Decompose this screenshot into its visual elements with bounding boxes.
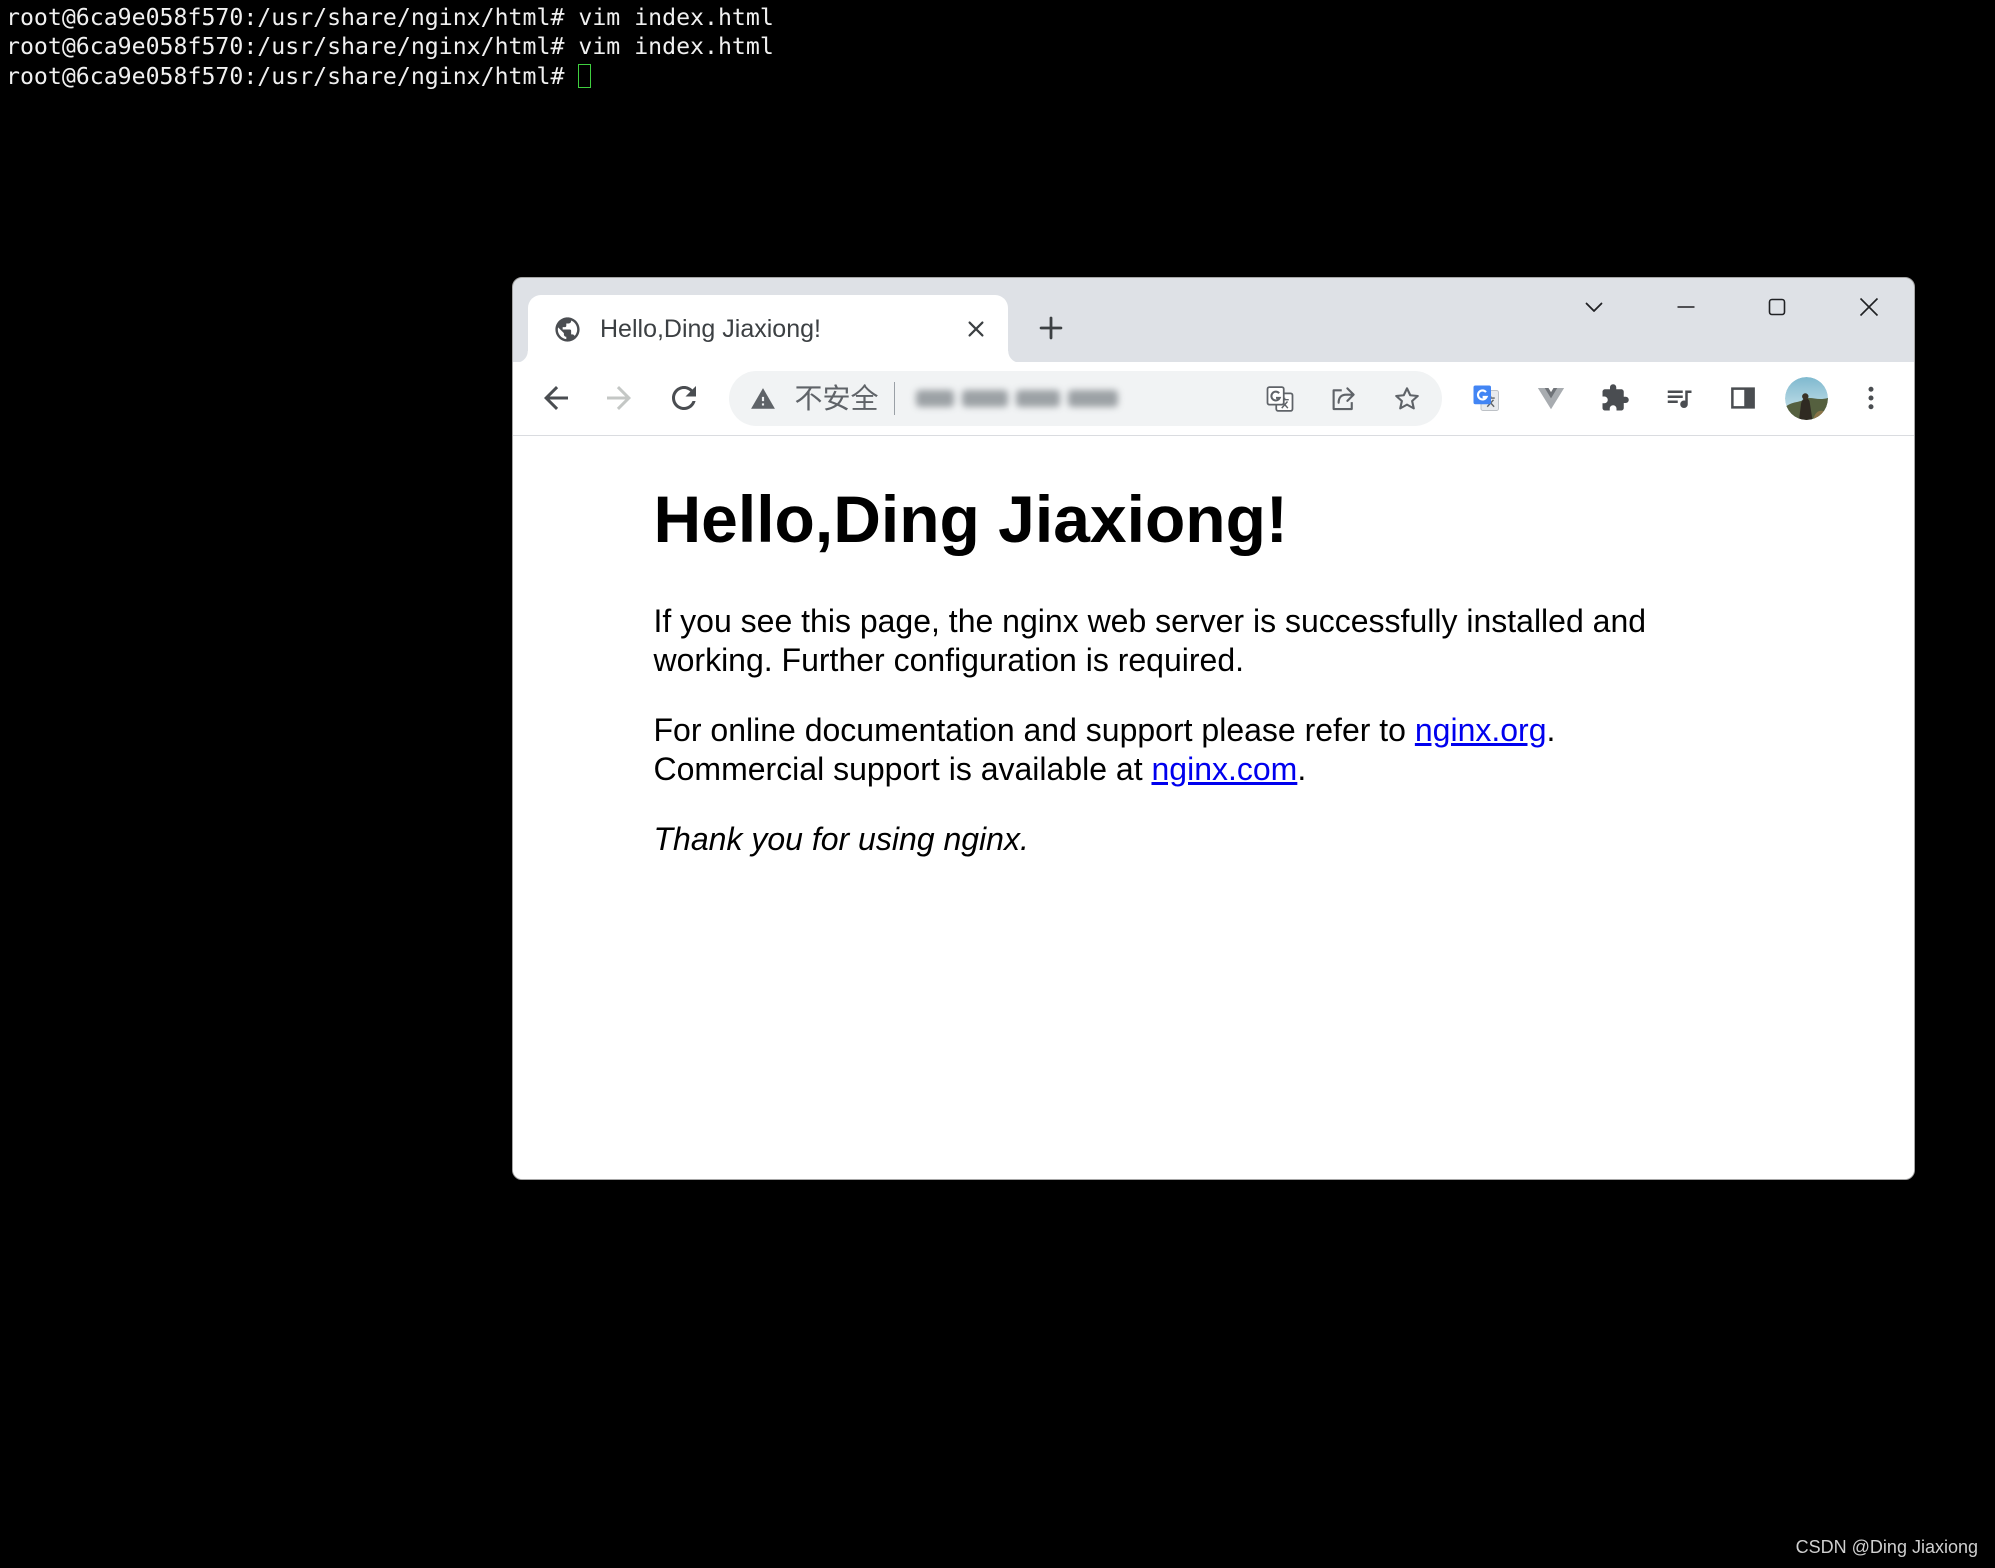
tab-title: Hello,Ding Jiaxiong!	[600, 315, 821, 343]
kebab-menu-icon	[1868, 386, 1874, 410]
terminal-line: root@6ca9e058f570:/usr/share/nginx/html#…	[6, 4, 774, 31]
watermark: CSDN @Ding Jiaxiong	[1795, 1537, 1978, 1557]
share-button[interactable]	[1321, 377, 1365, 421]
page-body: Hello,Ding Jiaxiong! If you see this pag…	[654, 481, 1774, 859]
tab-close-button[interactable]	[960, 313, 992, 345]
page-heading: Hello,Ding Jiaxiong!	[653, 481, 1288, 556]
close-window-button[interactable]	[1825, 278, 1913, 336]
avatar-image	[1784, 376, 1828, 420]
documentation-period: .	[1546, 712, 1556, 749]
address-separator	[893, 382, 895, 415]
warning-icon[interactable]	[750, 386, 776, 412]
intro-paragraph: If you see this page, the nginx web serv…	[654, 602, 1774, 679]
terminal-cursor	[578, 64, 592, 89]
new-tab-button[interactable]	[1030, 307, 1072, 349]
share-icon	[1332, 386, 1355, 410]
address-bar[interactable]: 不安全	[728, 371, 1442, 426]
star-icon	[1394, 386, 1419, 409]
puzzle-extensions-icon	[1602, 384, 1630, 411]
google-translate-extension-button[interactable]	[1464, 376, 1508, 420]
media-control-icon	[1667, 390, 1692, 408]
bookmark-button[interactable]	[1385, 377, 1429, 421]
extensions-button[interactable]	[1593, 376, 1637, 420]
nginx-org-link[interactable]: nginx.org	[1415, 712, 1547, 748]
documentation-text: For online documentation and support ple…	[653, 712, 1415, 749]
thank-you-text: Thank you for using nginx.	[653, 821, 1029, 858]
tab-search-button[interactable]	[1550, 278, 1638, 336]
toolbar: 不安全	[513, 362, 1914, 436]
terminal-prompt: root@6ca9e058f570:/usr/share/nginx/html#	[6, 62, 579, 90]
vue-devtools-extension-button[interactable]	[1529, 376, 1573, 420]
terminal[interactable]: root@6ca9e058f570:/usr/share/nginx/html#…	[6, 3, 1206, 95]
vue-devtools-extension-icon	[1537, 388, 1564, 410]
arrow-forward-icon	[607, 386, 631, 410]
commercial-support-line: Commercial support is available at nginx…	[654, 750, 1774, 789]
support-paragraph: For online documentation and support ple…	[654, 711, 1774, 788]
browser-menu-button[interactable]	[1849, 376, 1893, 420]
documentation-line: For online documentation and support ple…	[654, 711, 1774, 750]
side-panel-button[interactable]	[1721, 376, 1765, 420]
active-tab[interactable]: Hello,Ding Jiaxiong!	[516, 295, 1020, 363]
intro-line: working. Further configuration is requir…	[653, 641, 1245, 678]
translate-button[interactable]	[1258, 377, 1302, 421]
chevron-down-icon	[1585, 302, 1602, 312]
minimize-button[interactable]	[1642, 278, 1730, 336]
url-text-obscured[interactable]	[915, 387, 1120, 410]
intro-line: If you see this page, the nginx web serv…	[653, 603, 1647, 640]
page-viewport: Hello,Ding Jiaxiong! If you see this pag…	[513, 436, 1914, 1179]
commercial-support-period: .	[1297, 750, 1307, 787]
close-icon	[1859, 297, 1878, 317]
tab-strip[interactable]: Hello,Ding Jiaxiong!	[513, 278, 1914, 363]
maximize-button[interactable]	[1733, 278, 1821, 336]
plus-icon	[1039, 316, 1063, 340]
nginx-com-link[interactable]: nginx.com	[1151, 751, 1297, 787]
back-button[interactable]	[534, 376, 578, 420]
translate-icon	[1266, 385, 1293, 412]
browser-window: Hello,Ding Jiaxiong! 不安全 Hello,Ding Jiax…	[512, 277, 1915, 1180]
globe-icon	[555, 317, 580, 342]
terminal-prompt-line: root@6ca9e058f570:/usr/share/nginx/html#	[6, 62, 1206, 91]
reload-button[interactable]	[662, 376, 706, 420]
profile-avatar[interactable]	[1784, 376, 1828, 420]
maximize-icon	[1768, 298, 1786, 316]
terminal-line: root@6ca9e058f570:/usr/share/nginx/html#…	[6, 33, 774, 61]
media-control-button[interactable]	[1657, 376, 1701, 420]
side-panel-icon	[1730, 387, 1755, 409]
minimize-icon	[1677, 306, 1694, 308]
reload-icon	[672, 386, 696, 410]
close-icon	[968, 321, 984, 337]
google-translate-extension-icon	[1473, 385, 1499, 411]
forward-button[interactable]	[597, 376, 641, 420]
commercial-support-text: Commercial support is available at	[653, 750, 1152, 787]
security-label[interactable]: 不安全	[795, 371, 879, 426]
arrow-back-icon	[543, 386, 568, 410]
